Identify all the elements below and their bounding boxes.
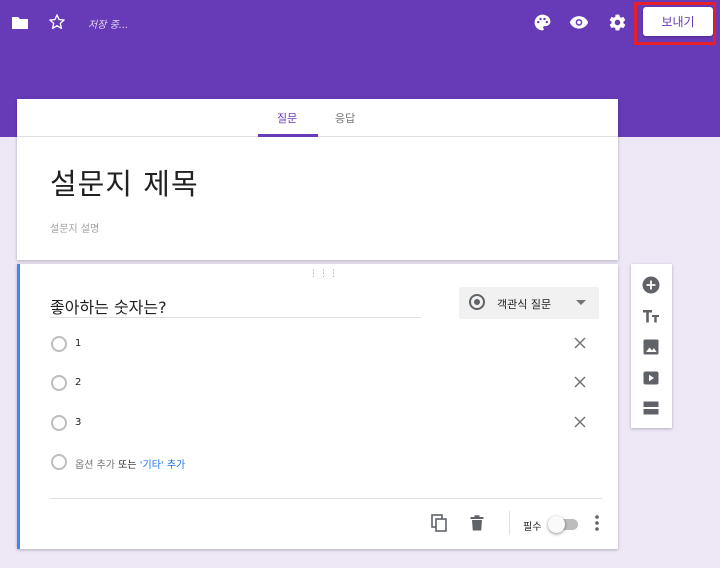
required-toggle-knob[interactable] bbox=[548, 516, 565, 533]
option-radio bbox=[51, 336, 67, 352]
question-type-label: 객관식 질문 bbox=[497, 298, 552, 311]
option-radio bbox=[51, 415, 67, 431]
folder-icon[interactable] bbox=[9, 11, 31, 33]
side-toolbar bbox=[631, 264, 672, 428]
star-icon[interactable] bbox=[46, 11, 68, 33]
add-option-link[interactable]: 옵션 추가 bbox=[75, 460, 115, 471]
question-type-dropdown[interactable]: 객관식 질문 bbox=[459, 287, 599, 319]
add-other-link[interactable]: '기타' 추가 bbox=[140, 460, 185, 471]
close-icon[interactable] bbox=[571, 334, 589, 352]
focus-indicator-bar bbox=[17, 264, 20, 549]
copy-icon[interactable] bbox=[430, 514, 448, 532]
question-card[interactable]: ⋮⋮⋮ 좋아하는 숫자는? 객관식 질문 1 2 3 옵션 추가 또는 '기타'… bbox=[17, 264, 618, 549]
send-button[interactable]: 보내기 bbox=[643, 7, 713, 36]
title-text-icon[interactable] bbox=[641, 306, 661, 326]
caret-down-icon bbox=[576, 300, 586, 305]
palette-icon[interactable] bbox=[531, 11, 553, 33]
radio-type-icon bbox=[469, 294, 485, 310]
more-vertical-icon[interactable] bbox=[588, 514, 606, 532]
tab-responses[interactable]: 응답 bbox=[335, 110, 355, 126]
video-icon[interactable] bbox=[641, 368, 661, 388]
drag-handle-icon[interactable]: ⋮⋮⋮ bbox=[309, 269, 339, 279]
eye-icon[interactable] bbox=[568, 11, 590, 33]
add-option-row: 옵션 추가 또는 '기타' 추가 bbox=[75, 456, 185, 471]
required-label: 필수 bbox=[523, 522, 542, 533]
tab-questions[interactable]: 질문 bbox=[277, 110, 297, 126]
option-radio bbox=[51, 375, 67, 391]
image-icon[interactable] bbox=[641, 337, 661, 357]
option-label[interactable]: 1 bbox=[75, 338, 81, 349]
option-label[interactable]: 2 bbox=[75, 377, 81, 388]
option-label[interactable]: 3 bbox=[75, 417, 81, 428]
close-icon[interactable] bbox=[571, 413, 589, 431]
footer-divider bbox=[50, 498, 602, 499]
form-title[interactable]: 설문지 제목 bbox=[50, 161, 199, 203]
trash-icon[interactable] bbox=[468, 514, 486, 532]
active-tab-indicator bbox=[258, 134, 318, 137]
saving-status: 저장 중... bbox=[88, 20, 129, 31]
footer-vertical-divider bbox=[509, 511, 510, 535]
gear-icon[interactable] bbox=[606, 11, 628, 33]
question-title-input[interactable]: 좋아하는 숫자는? bbox=[50, 294, 421, 318]
or-text: 또는 bbox=[118, 460, 137, 471]
option-radio bbox=[51, 454, 67, 470]
form-description[interactable]: 설문지 설명 bbox=[50, 220, 99, 235]
close-icon[interactable] bbox=[571, 373, 589, 391]
form-title-card: 질문 응답 설문지 제목 설문지 설명 bbox=[17, 99, 618, 260]
tab-bar: 질문 응답 bbox=[17, 99, 618, 137]
section-icon[interactable] bbox=[641, 398, 661, 418]
add-question-icon[interactable] bbox=[641, 275, 661, 295]
